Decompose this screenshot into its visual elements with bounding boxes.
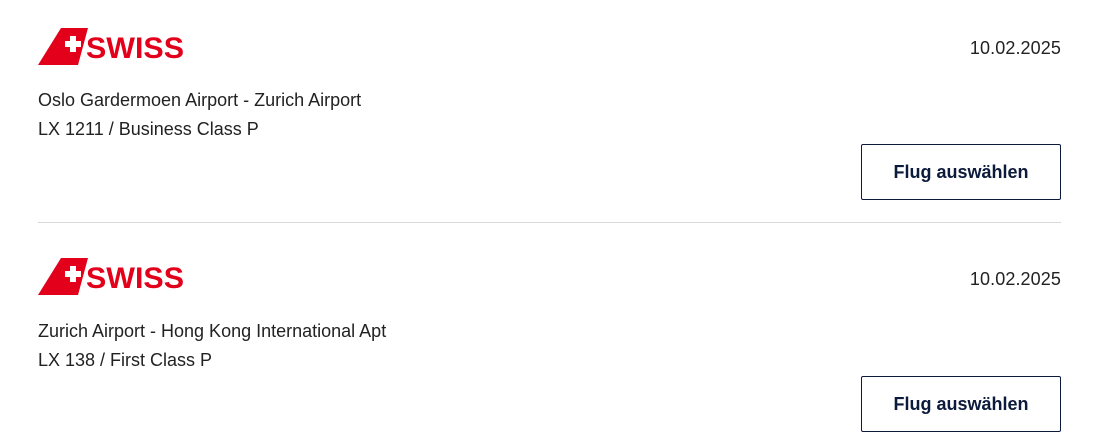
- flight-card: SWISS 10.02.2025 Zurich Airport - Hong K…: [38, 231, 1061, 444]
- swiss-logo-text: SWISS: [86, 262, 184, 295]
- flight-number-class: LX 1211 / Business Class P: [38, 119, 259, 139]
- flight-route: Zurich Airport - Hong Kong International…: [38, 321, 387, 341]
- swiss-cross-v: [70, 266, 76, 282]
- swiss-logo-text: SWISS: [86, 32, 184, 65]
- swiss-cross-v: [70, 36, 76, 52]
- swiss-logo: SWISS: [38, 28, 184, 65]
- select-flight-button[interactable]: Flug auswählen: [861, 376, 1061, 432]
- swiss-logo: SWISS: [38, 258, 184, 295]
- flight-date: 10.02.2025: [969, 269, 1061, 289]
- select-flight-button[interactable]: Flug auswählen: [861, 144, 1061, 200]
- flight-card: SWISS 10.02.2025 Oslo Gardermoen Airport…: [38, 0, 1061, 223]
- flight-number-class: LX 138 / First Class P: [38, 350, 213, 370]
- flight-date: 10.02.2025: [969, 38, 1061, 58]
- flight-route: Oslo Gardermoen Airport - Zurich Airport: [38, 90, 362, 110]
